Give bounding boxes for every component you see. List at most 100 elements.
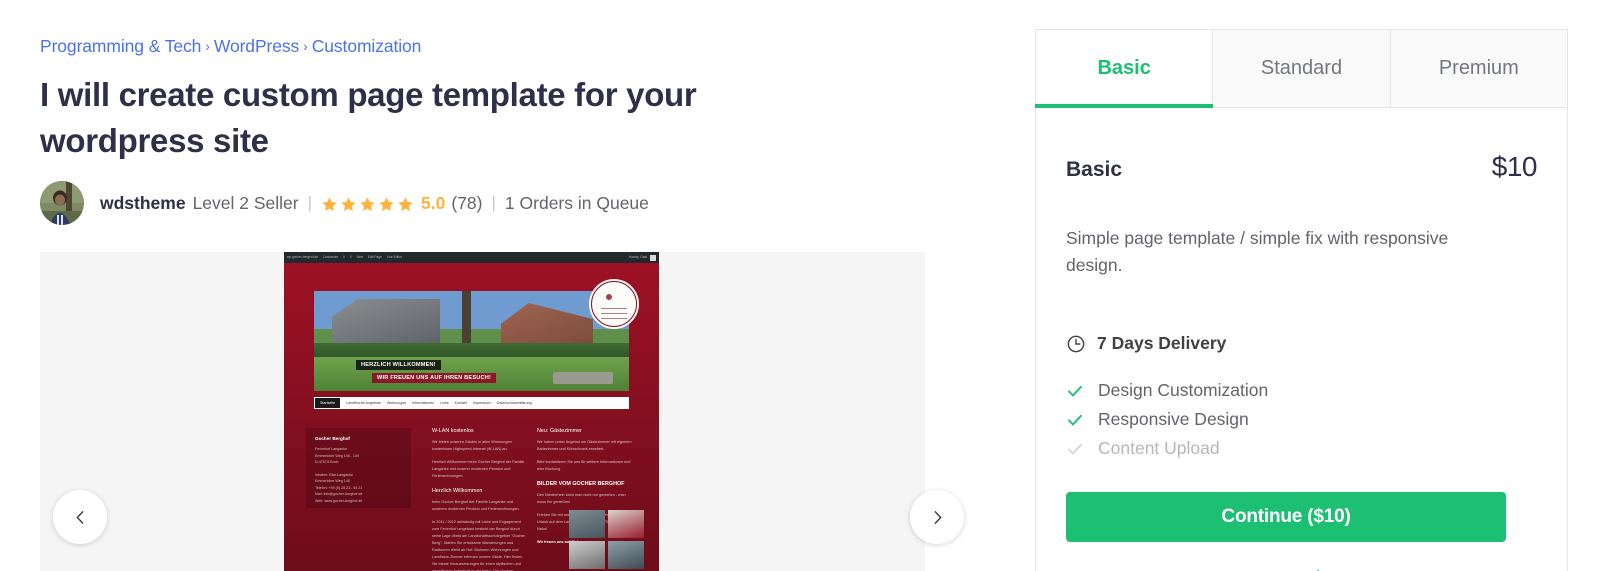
tab-premium[interactable]: Premium: [1390, 30, 1567, 107]
seller-info-row: wdstheme Level 2 Seller | 5.0 (78) | 1 O…: [40, 180, 649, 226]
logo-line: [601, 318, 627, 319]
rating-score: 5.0: [421, 192, 446, 213]
planter-shape: [553, 372, 613, 384]
breadcrumb: Programming & Tech › WordPress › Customizati…: [40, 33, 421, 60]
site-nav-item: Informationen: [412, 401, 435, 405]
gig-main-column: Programming & Tech › WordPress › Customizati…: [40, 0, 964, 571]
watermark: fiverr®: [152, 400, 229, 433]
package-description: Simple page template / simple fix with r…: [1066, 228, 1449, 275]
preview-address-card: Gocher Berghof Ferienhof Langanke Emmeri…: [306, 428, 411, 508]
preview-column-paragraph: Wir bieten unseren Gästen in allen Wohnu…: [432, 440, 512, 451]
preview-thumbnail: [569, 541, 605, 569]
delivery-row: 7 Days Delivery: [1066, 333, 1537, 354]
preview-site-nav: Startseite Landfrische Angebote Wohnunge…: [314, 397, 629, 409]
separator: |: [307, 193, 313, 212]
watermark: fiverr®: [702, 400, 779, 433]
preview-column-paragraph: In 2011 / 2012 aufwändig mit Liebe und E…: [432, 520, 525, 571]
preview-thumbnail: [608, 510, 644, 538]
house-shape: [332, 299, 440, 343]
watermark: fiverr®: [152, 540, 229, 571]
site-nav-item: Wohnungen: [386, 401, 407, 405]
feature-label: Design Customization: [1098, 380, 1269, 400]
preview-thumbnail: [608, 541, 644, 569]
preview-thumbnail-grid: [569, 510, 645, 569]
check-icon: [1068, 414, 1082, 425]
adminbar-item: Live Editor: [386, 255, 402, 259]
star-icon: [360, 196, 375, 211]
preview-column-heading: BILDER VOM GOCHER BERGHOF: [537, 481, 625, 487]
adminbar-right: Howdy, Gast: [629, 252, 656, 263]
feature-item: Responsive Design: [1066, 405, 1537, 434]
feature-item: Content Upload: [1066, 434, 1537, 463]
adminbar-item: wp.gocher-berghof.de: [287, 255, 319, 259]
logo-line: [601, 313, 627, 314]
preview-column-heading: W-LAN kostenlos: [432, 428, 474, 434]
adminbar-item: 0: [343, 255, 345, 259]
chevron-right-icon: [934, 510, 941, 524]
tab-basic[interactable]: Basic: [1034, 30, 1214, 108]
breadcrumb-item-leaf[interactable]: Customization: [312, 36, 422, 56]
site-nav-item: Landfrische Angebote: [346, 401, 381, 405]
breadcrumb-separator-icon: ›: [303, 38, 308, 54]
site-nav-item: Datenschutzerklärung: [496, 401, 532, 405]
preview-content: Gocher Berghof Ferienhof Langanke Emmeri…: [284, 420, 659, 571]
star-icon: [398, 196, 413, 211]
adminbar-avatar-icon: [650, 254, 656, 261]
preview-column-paragraph: Den Niederrhein kann man nicht nur genie…: [537, 493, 626, 504]
address-title: Gocher Berghof: [315, 436, 350, 441]
separator: |: [491, 193, 496, 212]
gallery-preview-image[interactable]: wp.gocher-berghof.de Customize 0 0 New E…: [284, 252, 659, 571]
adminbar-item: 0: [349, 255, 352, 259]
star-icon: [322, 196, 337, 211]
avatar[interactable]: [40, 181, 84, 225]
preview-column-heading: Herzlich Willkommen: [432, 488, 483, 494]
check-icon-disabled: [1068, 443, 1082, 454]
preview-column-paragraph: beim Gocher Berghof der Familie Langanke…: [432, 500, 520, 511]
hero-banner-line1: HERZLICH WILLKOMMEN!: [356, 360, 441, 370]
orders-in-queue: 1 Orders in Queue: [504, 192, 649, 213]
gallery-next-button[interactable]: [910, 490, 964, 544]
hero-banner-line2: WIR FREUEN UNS AUF IHREN BESUCH!: [372, 373, 497, 383]
star-rating: [321, 196, 414, 213]
logo-line: [601, 308, 627, 309]
site-logo-icon: [591, 281, 637, 327]
package-price: $10: [1491, 151, 1538, 182]
delivery-time: 7 Days Delivery: [1097, 333, 1227, 353]
star-icon: [379, 196, 394, 211]
package-name: Basic: [1066, 158, 1123, 181]
preview-column-paragraph: Wir haben unser Angebot um Gästezimmer m…: [537, 440, 632, 451]
wp-admin-bar: wp.gocher-berghof.de Customize 0 0 New E…: [284, 252, 659, 263]
seller-level-badge: Level 2 Seller: [192, 192, 299, 213]
preview-hero: HERZLICH WILLKOMMEN! WIR FREUEN UNS AUF …: [314, 281, 637, 391]
preview-column-paragraph: Bitte kontaktieren Sie uns für weitere I…: [537, 460, 631, 471]
breadcrumb-separator-icon: ›: [205, 38, 210, 54]
tab-standard[interactable]: Standard: [1213, 30, 1391, 107]
adminbar-item: New: [356, 255, 364, 259]
gallery-prev-button[interactable]: [53, 490, 107, 544]
seller-name[interactable]: wdstheme: [100, 193, 186, 214]
rating-count: (78): [451, 192, 483, 213]
package-header: Basic $10: [1066, 108, 1538, 183]
adminbar-user: Howdy, Gast: [628, 255, 647, 259]
site-nav-item: Impressum: [472, 401, 491, 405]
site-nav-item-active: Startseite: [315, 398, 341, 408]
preview-column: W-LAN kostenlos Wir bieten unseren Gäste…: [432, 426, 525, 571]
preview-thumbnail: [569, 510, 605, 538]
breadcrumb-item-category[interactable]: Programming & Tech: [40, 36, 201, 56]
site-nav-item: Kontakt: [454, 401, 467, 405]
adminbar-item: Edit Page: [368, 255, 382, 259]
gig-page: Programming & Tech › WordPress › Customizati…: [0, 0, 1600, 571]
clock-icon: [1067, 335, 1085, 352]
package-features: Design Customization Responsive Design C…: [1066, 376, 1537, 463]
feature-label: Responsive Design: [1098, 409, 1249, 429]
continue-button[interactable]: Continue ($10): [1066, 492, 1506, 542]
page-title: I will create custom page template for y…: [40, 76, 697, 159]
feature-item: Design Customization: [1066, 376, 1537, 405]
feature-label: Content Upload: [1098, 438, 1220, 458]
logo-mark: [606, 294, 612, 300]
breadcrumb-item-subcategory[interactable]: WordPress: [214, 36, 299, 56]
compare-packages-link[interactable]: Compare Packages: [1066, 567, 1506, 571]
adminbar-item: Customize: [323, 255, 339, 259]
package-body: Basic $10 Simple page template / simple …: [1036, 108, 1567, 571]
gig-gallery[interactable]: fiverr® fiverr® fiverr® wp.gocher-bergho…: [40, 252, 925, 571]
